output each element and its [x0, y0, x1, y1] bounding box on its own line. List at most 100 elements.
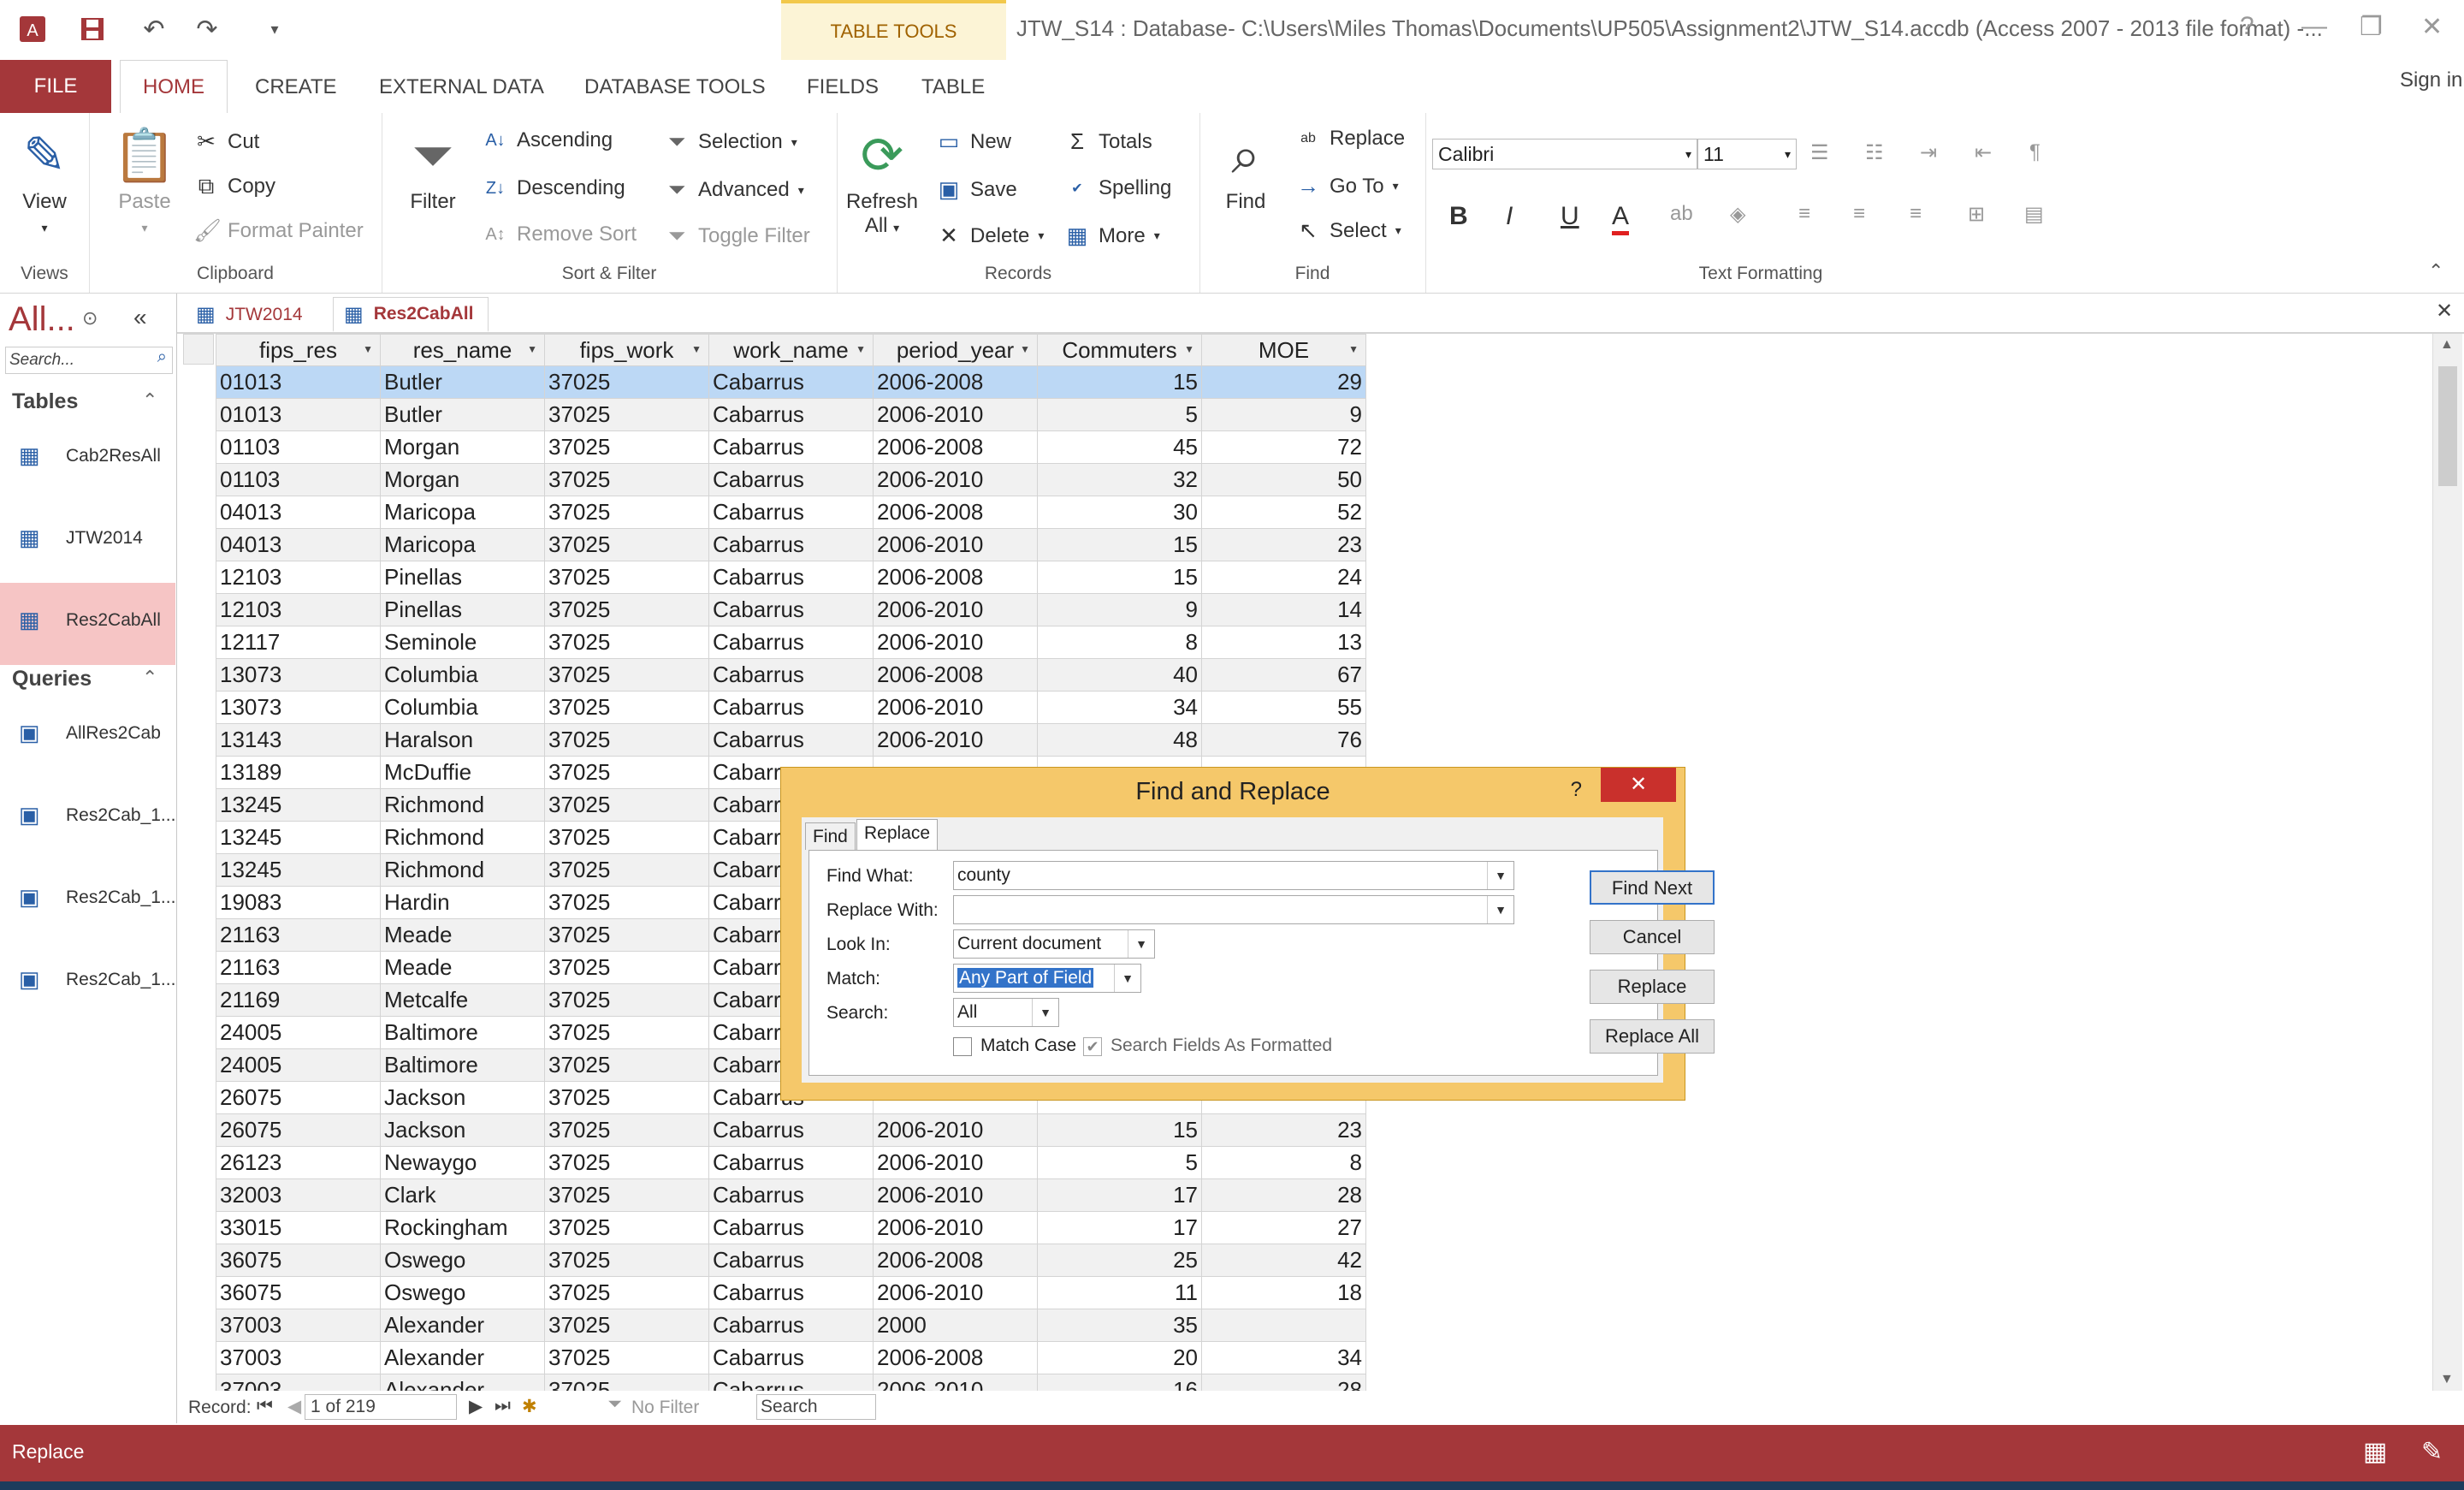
table-cell-fips-work[interactable]: 37025	[544, 626, 709, 659]
undo-icon[interactable]: ↶	[137, 14, 171, 45]
table-cell-res-name[interactable]: Butler	[380, 398, 545, 431]
table-cell-period-year[interactable]: 2006-2010	[873, 1276, 1038, 1309]
close-document-icon[interactable]: ✕	[2436, 299, 2453, 324]
table-cell-commuters[interactable]: 9	[1037, 593, 1202, 626]
table-cell-res-name[interactable]: Columbia	[380, 658, 545, 692]
table-cell-fips-work[interactable]: 37025	[544, 561, 709, 594]
table-cell-res-name[interactable]: Haralson	[380, 723, 545, 757]
table-cell-moe[interactable]: 67	[1201, 658, 1366, 692]
collapse-ribbon-icon[interactable]: ⌃	[2428, 260, 2443, 282]
table-cell-fips-work[interactable]: 37025	[544, 1178, 709, 1212]
nav-menu-icon[interactable]: ⊙	[82, 307, 98, 329]
help-button[interactable]: ?	[2240, 12, 2254, 41]
dialog-close-button[interactable]: ✕	[1601, 768, 1676, 802]
tables-header[interactable]: Tables	[12, 389, 78, 414]
table-row[interactable]: 33015 Rockingham 37025 Cabarrus 2006-2010 17 2…	[216, 1211, 1366, 1244]
table-cell-fips-work[interactable]: 37025	[544, 1016, 709, 1049]
scroll-down-icon[interactable]: ▼	[2440, 1372, 2454, 1387]
table-cell-fips-work[interactable]: 37025	[544, 430, 709, 464]
totals-button[interactable]: Σ Totals	[1064, 128, 1152, 155]
tab-external-data[interactable]: EXTERNAL DATA	[379, 75, 544, 99]
look-in-select[interactable]: Current document ▼	[953, 929, 1155, 959]
table-cell-work-name[interactable]: Cabarrus	[708, 1113, 874, 1147]
nav-query-res2cab-2[interactable]: ▣ Res2Cab_1...	[0, 860, 175, 942]
nav-table-res2caball[interactable]: ▦ Res2CabAll	[0, 583, 175, 665]
delete-record-button[interactable]: ✕ Delete ▾	[936, 223, 1044, 249]
column-dropdown-icon[interactable]: ▼	[691, 343, 702, 355]
table-cell-res-name[interactable]: Alexander	[380, 1374, 545, 1391]
table-cell-moe[interactable]: 28	[1201, 1374, 1366, 1391]
table-cell-fips-res[interactable]: 37003	[216, 1341, 381, 1374]
table-cell-fips-res[interactable]: 13073	[216, 658, 381, 692]
column-header-fips-work[interactable]: fips_work ▼	[544, 334, 709, 366]
table-cell-moe[interactable]: 13	[1201, 626, 1366, 659]
table-row[interactable]: 37003 Alexander 37025 Cabarrus 2006-2008 20 34	[216, 1341, 1366, 1374]
table-cell-work-name[interactable]: Cabarrus	[708, 1341, 874, 1374]
table-cell-fips-work[interactable]: 37025	[544, 853, 709, 887]
table-cell-period-year[interactable]: 2006-2008	[873, 658, 1038, 692]
table-cell-fips-work[interactable]: 37025	[544, 365, 709, 399]
table-cell-fips-res[interactable]: 13245	[216, 821, 381, 854]
table-cell-fips-res[interactable]: 33015	[216, 1211, 381, 1244]
table-row[interactable]: 01103 Morgan 37025 Cabarrus 2006-2008 45 72	[216, 430, 1366, 464]
table-cell-fips-work[interactable]: 37025	[544, 951, 709, 984]
table-cell-work-name[interactable]: Cabarrus	[708, 1276, 874, 1309]
table-cell-period-year[interactable]: 2006-2010	[873, 398, 1038, 431]
table-cell-moe[interactable]: 23	[1201, 528, 1366, 561]
table-cell-period-year[interactable]: 2006-2008	[873, 365, 1038, 399]
table-cell-fips-work[interactable]: 37025	[544, 496, 709, 529]
match-case-checkbox[interactable]	[953, 1037, 972, 1056]
table-cell-res-name[interactable]: Morgan	[380, 430, 545, 464]
table-cell-work-name[interactable]: Cabarrus	[708, 398, 874, 431]
table-cell-fips-res[interactable]: 04013	[216, 528, 381, 561]
nav-query-res2cab-3[interactable]: ▣ Res2Cab_1...	[0, 942, 175, 1024]
table-cell-period-year[interactable]: 2006-2010	[873, 626, 1038, 659]
table-cell-res-name[interactable]: Hardin	[380, 886, 545, 919]
scroll-thumb[interactable]	[2438, 366, 2457, 486]
tab-table[interactable]: TABLE	[921, 75, 985, 99]
table-cell-moe[interactable]: 76	[1201, 723, 1366, 757]
table-cell-moe[interactable]: 55	[1201, 691, 1366, 724]
table-cell-moe[interactable]: 9	[1201, 398, 1366, 431]
table-cell-res-name[interactable]: Oswego	[380, 1244, 545, 1277]
table-cell-res-name[interactable]: Alexander	[380, 1309, 545, 1342]
table-cell-commuters[interactable]: 35	[1037, 1309, 1202, 1342]
record-search-input[interactable]: Search	[756, 1394, 876, 1420]
chevron-down-icon[interactable]: ▼	[1128, 930, 1154, 958]
table-cell-work-name[interactable]: Cabarrus	[708, 1211, 874, 1244]
table-cell-fips-res[interactable]: 36075	[216, 1244, 381, 1277]
table-cell-commuters[interactable]: 5	[1037, 1146, 1202, 1179]
table-cell-period-year[interactable]: 2006-2008	[873, 1341, 1038, 1374]
table-cell-commuters[interactable]: 5	[1037, 398, 1202, 431]
table-cell-period-year[interactable]: 2006-2010	[873, 528, 1038, 561]
table-cell-commuters[interactable]: 15	[1037, 365, 1202, 399]
table-cell-work-name[interactable]: Cabarrus	[708, 561, 874, 594]
new-record-button[interactable]: ▭ New	[936, 128, 1011, 155]
font-name-select[interactable]: Calibri ▾	[1432, 139, 1697, 169]
nav-title[interactable]: All...	[9, 300, 75, 339]
table-cell-commuters[interactable]: 20	[1037, 1341, 1202, 1374]
table-cell-fips-res[interactable]: 01103	[216, 463, 381, 496]
underline-button[interactable]: U	[1561, 202, 1579, 231]
table-cell-work-name[interactable]: Cabarrus	[708, 528, 874, 561]
find-what-input[interactable]: county ▼	[953, 861, 1514, 890]
table-row[interactable]: 37003 Alexander 37025 Cabarrus 2006-2010 16 28	[216, 1374, 1366, 1391]
restore-button[interactable]: ❐	[2360, 12, 2383, 42]
table-cell-work-name[interactable]: Cabarrus	[708, 593, 874, 626]
table-row[interactable]: 13143 Haralson 37025 Cabarrus 2006-2010 48 76	[216, 723, 1366, 757]
table-cell-fips-work[interactable]: 37025	[544, 398, 709, 431]
redo-icon[interactable]: ↷	[190, 14, 224, 45]
table-cell-res-name[interactable]: Metcalfe	[380, 983, 545, 1017]
scroll-up-icon[interactable]: ▲	[2440, 337, 2454, 353]
tab-find[interactable]: Find	[805, 822, 856, 850]
table-row[interactable]: 37003 Alexander 37025 Cabarrus 2000 35	[216, 1309, 1366, 1342]
table-cell-work-name[interactable]: Cabarrus	[708, 626, 874, 659]
table-cell-period-year[interactable]: 2006-2008	[873, 430, 1038, 464]
table-cell-moe[interactable]: 8	[1201, 1146, 1366, 1179]
select-all-corner[interactable]	[183, 334, 214, 365]
new-record-nav-icon[interactable]: ✱	[522, 1396, 537, 1417]
vertical-scrollbar[interactable]: ▲ ▼	[2432, 334, 2462, 1391]
close-window-button[interactable]: ✕	[2421, 12, 2443, 42]
table-cell-fips-work[interactable]: 37025	[544, 1211, 709, 1244]
bold-button[interactable]: B	[1449, 202, 1468, 231]
